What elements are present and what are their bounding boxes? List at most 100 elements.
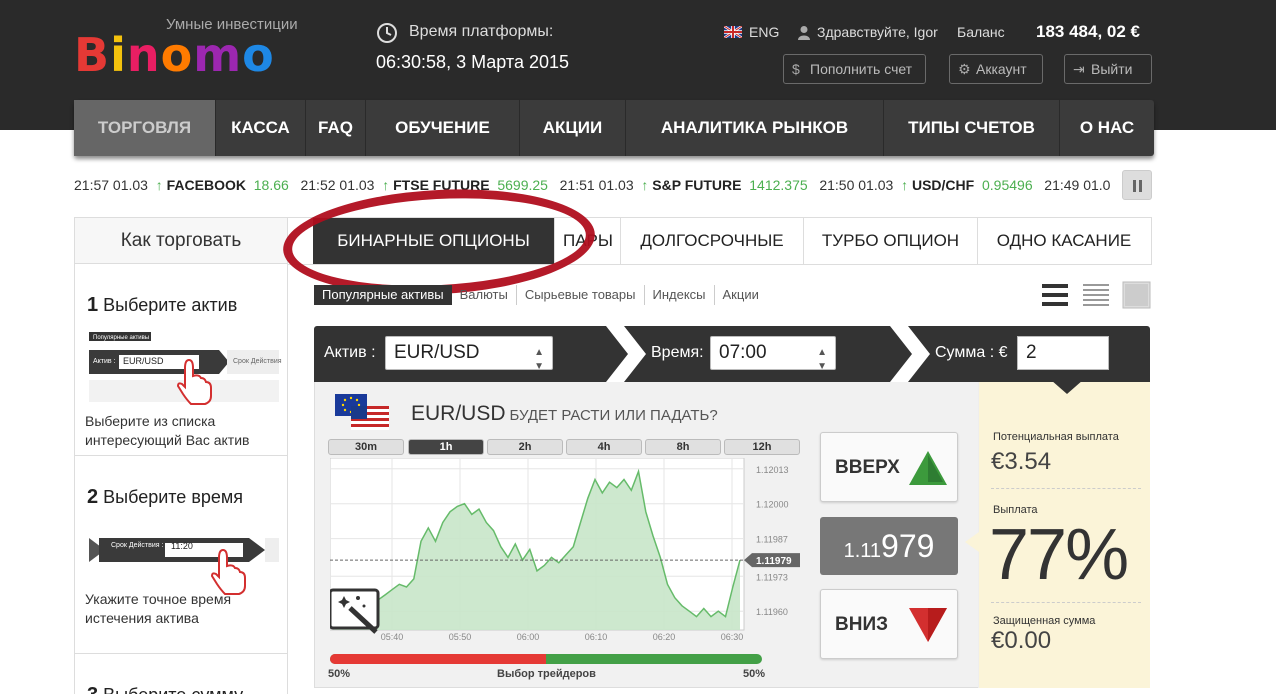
y-tick-label: 1.12013 — [756, 465, 789, 475]
nav-market-analytics[interactable]: АНАЛИТИКА РЫНКОВ — [626, 100, 884, 156]
ticker-pause-button[interactable] — [1122, 170, 1152, 200]
magic-wand-icon[interactable] — [330, 588, 380, 634]
traders-choice-label: Выбор трейдеров — [497, 668, 596, 680]
chevron-separator — [606, 326, 646, 382]
nav-cashier[interactable]: КАССА — [216, 100, 306, 156]
timeframe-4h[interactable]: 4h — [566, 439, 642, 455]
tab-long-term[interactable]: ДОЛГОСРОЧНЫЕ — [621, 218, 804, 264]
traders-choice-bar — [330, 654, 762, 664]
select-arrows-icon: ▲ ▼ — [534, 347, 544, 372]
x-tick-label: 06:10 — [585, 632, 608, 642]
traders-left-percent: 50% — [328, 668, 351, 680]
step-description: Укажите точное время истечения актива — [85, 591, 232, 626]
current-price-label: 1.11979 — [744, 553, 800, 568]
step-title: 1 Выберите актив — [87, 294, 238, 316]
timeframe-8h[interactable]: 8h — [645, 439, 721, 455]
nav-promotions[interactable]: АКЦИИ — [520, 100, 626, 156]
tab-turbo-option[interactable]: ТУРБО ОПЦИОН — [804, 218, 978, 264]
x-axis-ticks: 05:40 05:50 06:00 06:10 06:20 06:30 — [381, 632, 744, 642]
category-stocks[interactable]: Акции — [715, 285, 767, 305]
step-title: 2 Выберите время — [87, 486, 244, 508]
traders-right-percent: 50% — [743, 668, 766, 680]
direction-question: БУДЕТ РАСТИ ИЛИ ПАДАТЬ? — [509, 407, 718, 424]
timeframe-1h[interactable]: 1h — [408, 439, 484, 455]
view-large-icon[interactable] — [1040, 281, 1070, 309]
y-tick-label: 1.11987 — [756, 535, 788, 545]
nav-education[interactable]: ОБУЧЕНИЕ — [366, 100, 520, 156]
step-description: Выберите из списка интересующий Вас акти… — [85, 413, 250, 448]
divider — [991, 602, 1141, 603]
view-list-icon[interactable] — [1081, 281, 1111, 309]
nav-faq[interactable]: FAQ — [306, 100, 366, 156]
step-title: 3 Выберите сумму — [87, 684, 243, 694]
logout-button[interactable]: ⇥ Выйти — [1064, 54, 1152, 84]
price-pointer — [965, 532, 979, 552]
step-1-illustration-next: Срок Действия — [233, 358, 282, 365]
view-compact-icon[interactable] — [1121, 281, 1151, 309]
step-choose-asset: 1 Выберите актив Популярные активы Валют… — [75, 264, 287, 456]
category-commodities[interactable]: Сырьевые товары — [517, 285, 645, 305]
protected-amount-value: €0.00 — [991, 627, 1052, 654]
step-1-illustration-asset: EUR/USD — [123, 356, 164, 366]
timeframe-30m[interactable]: 30m — [328, 439, 404, 455]
main-nav: ТОРГОВЛЯ КАССА FAQ ОБУЧЕНИЕ АКЦИИ АНАЛИТ… — [74, 100, 1154, 156]
price-chart: 1.12013 1.12000 1.11987 1.11973 1.11960 05:4… — [330, 458, 800, 642]
timeframe-12h[interactable]: 12h — [724, 439, 800, 455]
binomo-trading-page: Умные инвестиции Binomo Время платформы:… — [0, 0, 1276, 694]
uk-flag-icon[interactable] — [724, 26, 742, 38]
up-arrow-icon: ↑ — [641, 177, 649, 193]
deposit-button[interactable]: $ Пополнить счет — [783, 54, 926, 84]
quotes-ticker: 21:57 01.03 ↑ FACEBOOK 18.66 21:52 01.03… — [74, 170, 1110, 200]
account-button[interactable]: ⚙ Аккаунт — [949, 54, 1043, 84]
category-popular[interactable]: Популярные активы — [314, 285, 452, 305]
ticker-item: 21:51 01.03 ↑ S&P FUTURE 1412.375 — [559, 177, 808, 193]
asset-select[interactable]: EUR/USD ▲ ▼ — [385, 336, 553, 372]
nav-trading[interactable]: ТОРГОВЛЯ — [74, 100, 216, 156]
amount-input[interactable]: 2 — [1017, 336, 1109, 370]
price-large-part: 979 — [881, 528, 935, 564]
svg-text:1.11979: 1.11979 — [756, 556, 792, 567]
ticker-item: 21:49 01.03 — [1044, 177, 1110, 193]
asset-title: EUR/USD БУДЕТ РАСТИ ИЛИ ПАДАТЬ? — [411, 402, 718, 426]
category-indices[interactable]: Индексы — [645, 285, 715, 305]
tab-one-touch[interactable]: ОДНО КАСАНИЕ — [978, 218, 1150, 264]
nav-about[interactable]: О НАС — [1060, 100, 1154, 156]
y-tick-label: 1.11960 — [756, 607, 788, 617]
ticker-item: 21:50 01.03 ↑ USD/CHF 0.95496 — [819, 177, 1033, 193]
price-small-part: 1.11 — [843, 540, 882, 562]
step-2-illustration-value: 11:20 — [171, 541, 193, 551]
step-choose-time: 2 Выберите время Срок Действия : 11:20 У… — [75, 456, 287, 654]
clock-icon — [377, 23, 397, 43]
step-1-illustration-cats: Популярные активы Валюты | Сырьевые това… — [93, 335, 230, 341]
potential-payout-value: €3.54 — [991, 448, 1052, 475]
category-currencies[interactable]: Валюты — [452, 285, 517, 305]
asset-select-value: EUR/USD — [394, 342, 480, 363]
down-button[interactable]: ВНИЗ — [820, 589, 958, 659]
user-icon — [798, 26, 810, 40]
time-select[interactable]: 07:00 ▲ ▼ — [710, 336, 836, 372]
step-1-illustration — [89, 332, 279, 405]
timeframe-2h[interactable]: 2h — [487, 439, 563, 455]
dollar-icon: $ — [792, 61, 800, 77]
logout-button-label: Выйти — [1091, 61, 1133, 77]
traders-up-fill — [330, 654, 546, 664]
balance-value: 183 484, 02 € — [1036, 22, 1140, 41]
binomo-logo[interactable]: Умные инвестиции Binomo — [74, 16, 314, 80]
up-button[interactable]: ВВЕРХ — [820, 432, 958, 502]
asset-name: EUR/USD — [411, 402, 506, 425]
x-tick-label: 06:00 — [517, 632, 540, 642]
select-arrows-icon: ▲ ▼ — [817, 347, 827, 372]
trade-parameters-bar: Актив : EUR/USD ▲ ▼ Время: 07:00 ▲ ▼ Сумма :… — [314, 326, 1150, 382]
balance-label: Баланс — [957, 24, 1005, 40]
payout-panel: Потенциальная выплата €3.54 Выплата 77% … — [965, 380, 1150, 688]
potential-payout-label: Потенциальная выплата — [993, 431, 1119, 443]
down-button-label: ВНИЗ — [835, 614, 889, 635]
language-selector[interactable]: ENG — [749, 24, 779, 40]
y-tick-label: 1.11973 — [756, 572, 788, 582]
payout-percent: 77% — [989, 515, 1129, 595]
asset-categories: Популярные активы Валюты Сырьевые товары Ин… — [314, 285, 767, 307]
current-price-box: 1.11979 — [820, 517, 958, 575]
step-choose-amount: 3 Выберите сумму — [75, 654, 287, 694]
nav-account-types[interactable]: ТИПЫ СЧЕТОВ — [884, 100, 1060, 156]
logo-wordmark: Binomo — [74, 28, 275, 82]
